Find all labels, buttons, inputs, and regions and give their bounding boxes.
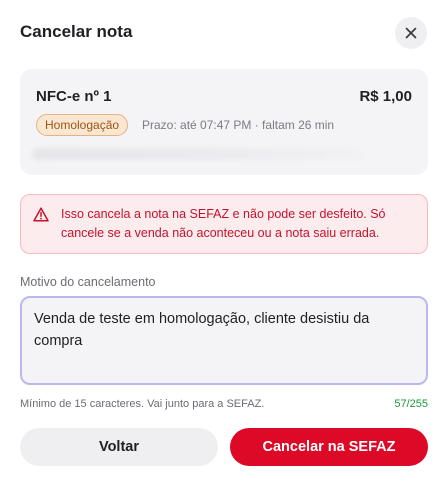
blurred-key-line — [32, 148, 362, 160]
note-amount: R$ 1,00 — [359, 88, 412, 105]
close-button[interactable] — [395, 17, 427, 49]
warning-icon — [33, 207, 49, 222]
reason-hint: Mínimo de 15 caracteres. Vai junto para … — [20, 398, 265, 410]
warning-text: Isso cancela a nota na SEFAZ e não pode … — [61, 207, 386, 240]
reason-label: Motivo do cancelamento — [20, 275, 156, 289]
note-title: NFC-e nº 1 — [36, 88, 112, 105]
back-button[interactable]: Voltar — [20, 428, 218, 466]
character-counter: 57/255 — [394, 398, 428, 410]
warning-alert: Isso cancela a nota na SEFAZ e não pode … — [20, 194, 428, 254]
cancel-note-dialog: Cancelar nota NFC-e nº 1 R$ 1,00 Homolog… — [0, 0, 448, 486]
environment-badge: Homologação — [36, 114, 129, 136]
deadline-text: Prazo: até 07:47 PM · faltam 26 min — [142, 118, 335, 132]
note-summary-card: NFC-e nº 1 R$ 1,00 Homologação Prazo: at… — [20, 69, 428, 175]
close-icon — [405, 27, 417, 39]
dialog-title: Cancelar nota — [20, 22, 133, 41]
reason-textarea[interactable]: Venda de teste em homologação, cliente d… — [20, 296, 428, 385]
cancel-on-sefaz-button[interactable]: Cancelar na SEFAZ — [230, 428, 428, 466]
